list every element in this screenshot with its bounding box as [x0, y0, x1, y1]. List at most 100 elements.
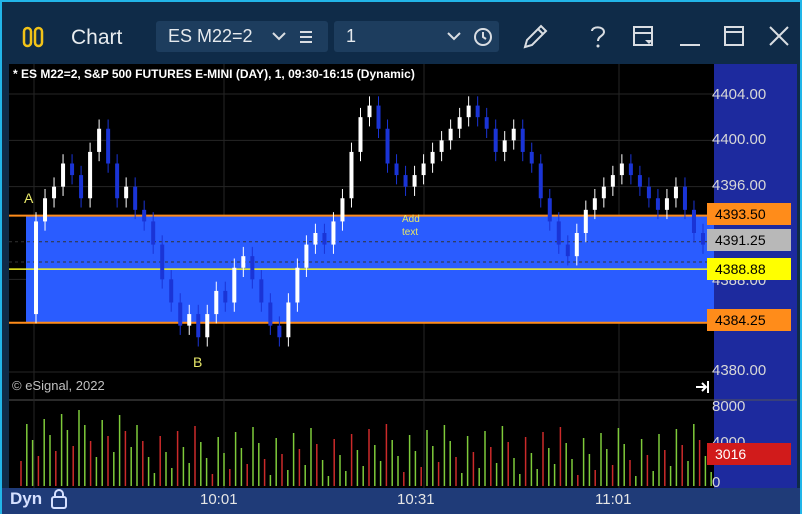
candle-body: [142, 209, 147, 222]
time-axis-label: 10:31: [397, 491, 435, 508]
candle-body: [88, 151, 93, 199]
candle-body: [304, 244, 309, 268]
candle-body: [565, 244, 570, 257]
symbol-value[interactable]: ES M22=2: [168, 26, 253, 47]
symbol-selector[interactable]: ES M22=2: [156, 21, 328, 52]
candle-body: [286, 302, 291, 338]
minimize-icon[interactable]: [679, 24, 701, 50]
candle-body: [97, 128, 102, 152]
candle-body: [376, 105, 381, 129]
candle-body: [313, 233, 318, 245]
layout-icon[interactable]: [632, 24, 656, 50]
candle-body: [682, 186, 687, 210]
chevron-down-icon[interactable]: [446, 30, 462, 42]
interval-selector[interactable]: 1: [334, 21, 499, 52]
title-bar: Chart ES M22=2 1: [2, 2, 800, 68]
label-b: B: [193, 354, 203, 370]
candle-body: [421, 163, 426, 176]
candle-body: [106, 128, 111, 164]
candle-body: [196, 314, 201, 338]
chart-canvas[interactable]: [9, 64, 797, 488]
chevron-down-icon[interactable]: [271, 30, 287, 42]
candle-body: [205, 314, 210, 338]
candle-body: [133, 186, 138, 210]
candle-body: [601, 186, 606, 199]
candle-body: [358, 117, 363, 152]
candle-body: [61, 163, 66, 187]
clock-icon[interactable]: [473, 27, 493, 47]
annotation-text[interactable]: Add text: [402, 213, 420, 239]
maximize-icon[interactable]: [723, 24, 745, 50]
candle-body: [169, 279, 174, 303]
price-tag-lower: 4384.25: [707, 309, 791, 331]
candle-body: [520, 128, 525, 152]
candle-body: [637, 175, 642, 187]
candle-body: [646, 186, 651, 199]
interval-value[interactable]: 1: [346, 26, 356, 47]
candle-body: [511, 128, 516, 141]
help-icon[interactable]: [588, 24, 608, 50]
price-tag-upper: 4393.50: [707, 203, 791, 225]
candle-body: [691, 209, 696, 233]
close-icon[interactable]: [767, 24, 791, 50]
candle-body: [223, 290, 228, 303]
candle-body: [547, 198, 552, 222]
candle-body: [214, 290, 219, 315]
candle-body: [34, 221, 39, 315]
candle-body: [610, 175, 615, 187]
candle-body: [457, 117, 462, 129]
window-title: Chart: [71, 26, 123, 49]
candle-body: [583, 209, 588, 233]
candle-body: [232, 267, 237, 303]
candle-body: [430, 151, 435, 164]
chart-area[interactable]: [9, 64, 797, 488]
candle-body: [502, 140, 507, 152]
candle-body: [475, 105, 480, 118]
candle-body: [340, 198, 345, 222]
candle-body: [250, 256, 255, 280]
scroll-to-end-icon[interactable]: [695, 379, 711, 395]
candle-body: [655, 198, 660, 210]
pencil-icon[interactable]: [520, 22, 550, 52]
candle-body: [160, 244, 165, 280]
price-tag-current: 4391.25: [707, 229, 791, 251]
candle-body: [349, 151, 354, 199]
candle-body: [52, 186, 57, 199]
candle-body: [403, 175, 408, 187]
volume-tag: 3016: [707, 443, 791, 465]
app-logo-icon[interactable]: [22, 26, 44, 48]
candle-body: [43, 198, 48, 222]
time-axis-label: 11:01: [595, 491, 632, 508]
chart-header: * ES M22=2, S&P 500 FUTURES E-MINI (DAY)…: [13, 67, 415, 81]
lock-icon[interactable]: [50, 488, 68, 510]
candle-body: [295, 267, 300, 303]
candle-body: [439, 140, 444, 152]
candle-body: [124, 186, 129, 199]
candle-body: [385, 128, 390, 164]
candle-body: [538, 163, 543, 199]
copyright-label: © eSignal, 2022: [12, 378, 105, 393]
candle-body: [466, 105, 471, 118]
candle-body: [151, 221, 156, 245]
candle-body: [79, 175, 84, 199]
time-axis-label: 10:01: [200, 491, 238, 508]
candle-body: [556, 221, 561, 245]
candle-body: [673, 186, 678, 199]
candle-body: [187, 314, 192, 326]
candle-body: [592, 198, 597, 210]
label-a: A: [24, 190, 34, 206]
dyn-label[interactable]: Dyn: [10, 489, 42, 509]
candle-body: [448, 128, 453, 141]
candle-body: [115, 163, 120, 199]
candle-body: [412, 175, 417, 187]
volume-axis-label: 8000: [712, 398, 746, 415]
candle-body: [322, 233, 327, 245]
candle-body: [277, 325, 282, 338]
volume-axis-label: 0: [712, 474, 721, 491]
candle-body: [664, 198, 669, 210]
candle-body: [574, 233, 579, 257]
candle-body: [259, 279, 264, 303]
price-axis-label: 4400.00: [712, 131, 767, 148]
candle-body: [394, 163, 399, 176]
list-icon[interactable]: [298, 29, 314, 45]
